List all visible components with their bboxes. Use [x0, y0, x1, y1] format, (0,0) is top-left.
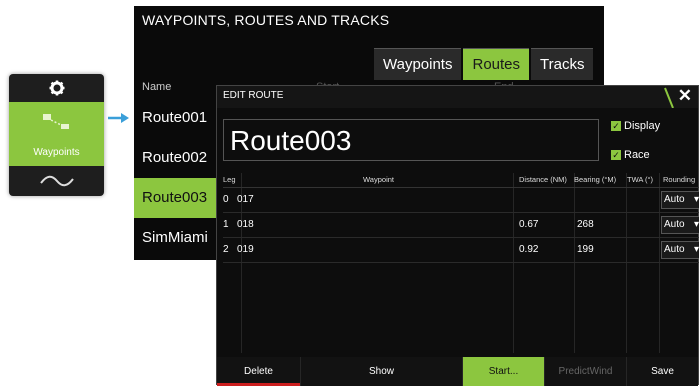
delete-label: Delete	[244, 366, 273, 377]
show-button[interactable]: Show	[301, 357, 463, 386]
column-distance: Distance (NM)	[519, 175, 567, 184]
start-label: Start...	[488, 366, 519, 377]
list-item[interactable]: Route001	[134, 98, 224, 138]
edit-route-dialog: EDIT ROUTE ✕ Route003 ✓ Display ✓ Race L…	[216, 85, 699, 386]
column-waypoint: Waypoint	[363, 175, 394, 184]
rounding-value: Auto	[664, 194, 685, 205]
distance-value: 0.67	[519, 219, 539, 230]
dialog-title-bar: EDIT ROUTE ✕	[217, 86, 698, 108]
predictwind-label: PredictWind	[558, 366, 613, 377]
route-list: Route001 Route002 Route003 SimMiami	[134, 98, 224, 258]
show-label: Show	[368, 366, 394, 377]
race-checkbox[interactable]: ✓ Race	[611, 149, 650, 161]
list-item[interactable]: SimMiami	[134, 218, 224, 258]
trip-tile[interactable]	[9, 166, 104, 196]
list-item[interactable]: Route002	[134, 138, 224, 178]
race-label: Race	[624, 149, 650, 161]
route-name-value: Route003	[230, 125, 352, 156]
window-title: WAYPOINTS, ROUTES AND TRACKS	[142, 12, 390, 28]
legs-table: Leg Waypoint Distance (NM) Bearing (°M) …	[223, 173, 699, 263]
dropdown-icon: ▾	[694, 244, 699, 255]
route-name-field[interactable]: Route003	[223, 119, 599, 161]
waypoints-icon	[43, 114, 69, 129]
table-header: Leg Waypoint Distance (NM) Bearing (°M) …	[223, 173, 699, 188]
rounding-select[interactable]: Auto ▾	[661, 241, 699, 259]
dropdown-icon: ▾	[694, 194, 699, 205]
dropdown-icon: ▾	[694, 219, 699, 230]
home-tile-panel: Waypoints	[9, 74, 104, 196]
leg-number: 2	[223, 244, 229, 255]
table-row[interactable]: 2 019 0.92 199 Auto ▾	[223, 238, 699, 263]
dialog-title: EDIT ROUTE	[223, 90, 284, 101]
tab-routes[interactable]: Routes	[463, 48, 530, 80]
dialog-button-bar: Delete Show Start... PredictWind Save	[217, 357, 698, 386]
leg-number: 0	[223, 194, 229, 205]
save-button[interactable]: Save	[627, 357, 698, 386]
column-name: Name	[142, 81, 172, 93]
display-checkbox[interactable]: ✓ Display	[611, 120, 660, 132]
bearing-value: 268	[577, 219, 594, 230]
close-icon[interactable]: ✕	[678, 86, 692, 106]
rounding-value: Auto	[664, 244, 685, 255]
waypoints-tile-label: Waypoints	[33, 147, 80, 158]
start-button[interactable]: Start...	[463, 357, 545, 386]
check-icon: ✓	[611, 120, 621, 131]
column-bearing: Bearing (°M)	[574, 175, 617, 184]
rounding-select[interactable]: Auto ▾	[661, 191, 699, 209]
predictwind-button[interactable]: PredictWind	[545, 357, 627, 386]
column-leg: Leg	[223, 175, 236, 184]
table-row[interactable]: 0 017 Auto ▾	[223, 188, 699, 213]
save-label: Save	[651, 366, 674, 377]
list-item-selected[interactable]: Route003	[134, 178, 224, 218]
waypoint-name: 018	[237, 219, 254, 230]
table-row[interactable]: 1 018 0.67 268 Auto ▾	[223, 213, 699, 238]
column-twa: TWA (°)	[627, 175, 654, 184]
waypoint-name: 017	[237, 194, 254, 205]
distance-value: 0.92	[519, 244, 539, 255]
column-rounding: Rounding	[663, 175, 696, 184]
settings-tile[interactable]	[9, 74, 104, 102]
tab-bar: Waypoints Routes Tracks	[374, 48, 595, 80]
wave-icon	[39, 175, 74, 187]
tab-waypoints[interactable]: Waypoints	[374, 48, 462, 80]
waypoint-name: 019	[237, 244, 254, 255]
bearing-value: 199	[577, 244, 594, 255]
gear-icon	[49, 80, 64, 96]
accent-slash-icon	[664, 87, 674, 108]
display-label: Display	[624, 120, 661, 132]
delete-button[interactable]: Delete	[217, 357, 301, 386]
waypoints-tile[interactable]: Waypoints	[9, 102, 104, 166]
arrow-right-icon	[108, 113, 129, 123]
rounding-value: Auto	[664, 219, 685, 230]
leg-number: 1	[223, 219, 229, 230]
check-icon: ✓	[611, 149, 621, 160]
tab-tracks[interactable]: Tracks	[531, 48, 594, 80]
rounding-select[interactable]: Auto ▾	[661, 216, 699, 234]
